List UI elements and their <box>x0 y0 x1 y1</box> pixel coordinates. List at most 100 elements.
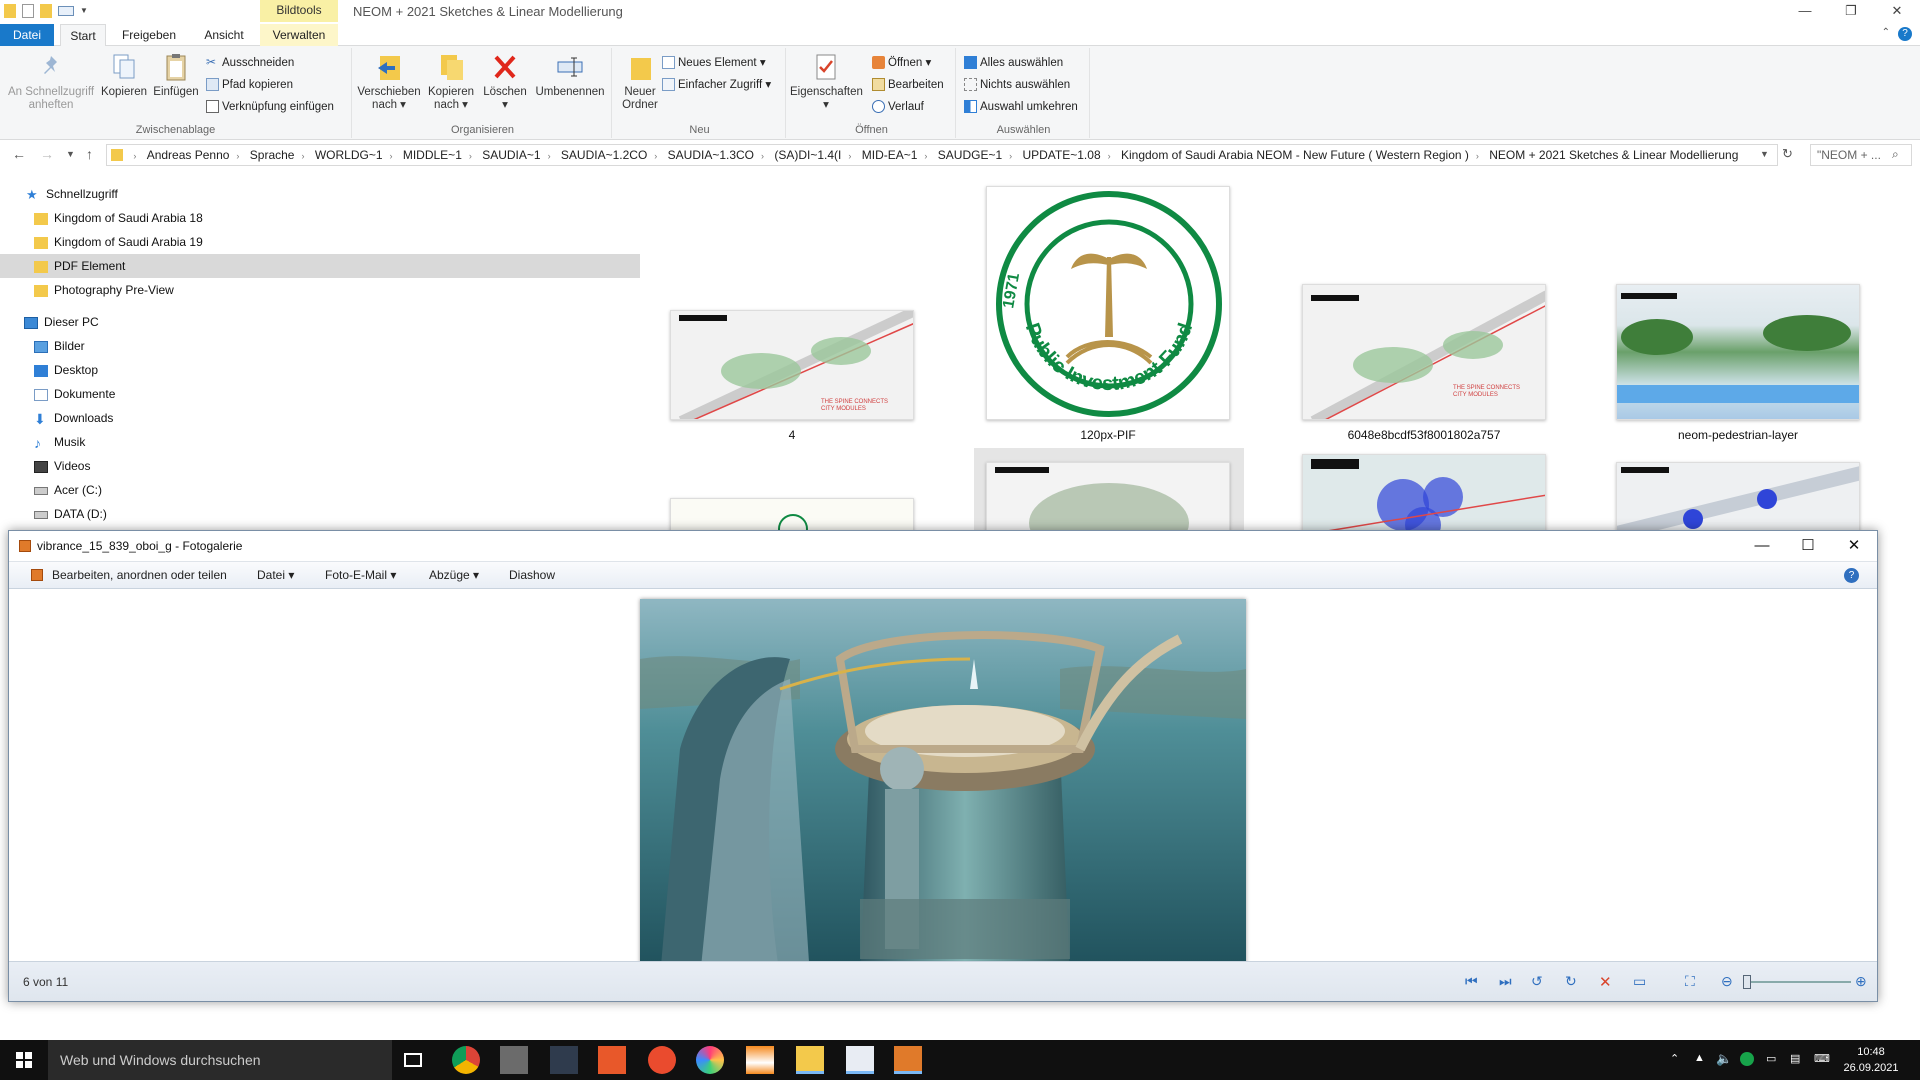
back-arrow-icon[interactable]: ← <box>12 146 26 162</box>
nav-item[interactable]: DATA (D:) <box>0 502 640 526</box>
properties-button[interactable]: Eigenschaften ▾ <box>790 52 863 112</box>
file-thumbnail[interactable] <box>986 462 1230 532</box>
nav-this-pc[interactable]: Dieser PC <box>0 310 640 334</box>
file-thumbnail[interactable]: Public Investment Fund 1971 <box>986 186 1230 420</box>
chrome-icon[interactable] <box>452 1046 480 1074</box>
nav-item[interactable]: ⬇ Downloads <box>0 406 640 430</box>
breadcrumb[interactable]: (SA)DI~1.4(I <box>770 145 845 165</box>
zoom-slider-track[interactable] <box>1743 981 1851 983</box>
breadcrumb[interactable]: MID-EA~1 <box>858 145 922 165</box>
tab-start[interactable]: Start <box>60 24 106 46</box>
new-folder-button[interactable]: Neuer Ordner <box>616 52 664 112</box>
open-button[interactable]: Öffnen ▾ <box>872 54 931 72</box>
help-icon[interactable]: ? <box>1844 568 1859 583</box>
file-name[interactable]: 6048e8bcdf53f8001802a757 <box>1294 428 1554 442</box>
forward-arrow-icon[interactable]: → <box>40 146 54 162</box>
breadcrumb[interactable]: SAUDIA~1 <box>478 145 544 165</box>
new-folder-icon[interactable] <box>40 4 52 18</box>
delete-icon[interactable]: ✕ <box>1599 973 1617 991</box>
minimize-button[interactable]: — <box>1782 0 1828 24</box>
tab-verwalten[interactable]: Verwalten <box>260 24 338 46</box>
breadcrumb[interactable]: Andreas Penno <box>143 145 234 165</box>
volume-icon[interactable]: 🔈 <box>1716 1051 1732 1091</box>
new-item-button[interactable]: Neues Element ▾ <box>662 54 766 72</box>
keyboard-icon[interactable]: ⌨ <box>1814 1052 1830 1092</box>
start-button[interactable] <box>0 1040 48 1080</box>
paste-button[interactable]: Einfügen <box>150 52 202 99</box>
previous-photo-icon[interactable]: ⏮ <box>1465 973 1483 991</box>
rotate-right-icon[interactable]: ↻ <box>1565 973 1583 991</box>
pin-quick-access-button[interactable]: An Schnellzugriff anheften <box>4 52 98 112</box>
nav-item[interactable]: Kingdom of Saudi Arabia 18 <box>0 206 640 230</box>
tab-datei[interactable]: Datei <box>0 24 54 46</box>
app-icon[interactable] <box>648 1046 676 1074</box>
menu-slideshow[interactable]: Diashow <box>509 568 555 582</box>
address-path[interactable]: › Andreas Penno › Sprache › WORLDG~1 › MIDD… <box>106 144 1778 166</box>
system-clock[interactable]: 10:48 26.09.2021 <box>1836 1044 1906 1076</box>
maximize-button[interactable]: ☐ <box>1785 531 1831 561</box>
rename-button[interactable]: Umbenennen <box>530 52 610 99</box>
breadcrumb[interactable]: NEOM + 2021 Sketches & Linear Modellieru… <box>1485 145 1742 165</box>
refresh-icon[interactable]: ↻ <box>1782 146 1793 162</box>
paste-shortcut-button[interactable]: Verknüpfung einfügen <box>206 98 334 116</box>
rename-icon[interactable] <box>58 6 74 16</box>
file-name[interactable]: 4 <box>662 428 922 442</box>
menu-edit-organize-share[interactable]: Bearbeiten, anordnen oder teilen <box>52 568 227 582</box>
breadcrumb[interactable]: SAUDIA~1.2CO <box>557 145 651 165</box>
properties-icon[interactable] <box>22 4 34 18</box>
help-icon[interactable]: ? <box>1898 27 1912 41</box>
breadcrumb[interactable]: WORLDG~1 <box>311 145 387 165</box>
menu-photo-email[interactable]: Foto-E-Mail ▾ <box>325 568 396 582</box>
breadcrumb[interactable]: Kingdom of Saudi Arabia NEOM - New Futur… <box>1117 145 1473 165</box>
address-dropdown-icon[interactable]: ▼ <box>1760 149 1769 159</box>
menu-prints[interactable]: Abzüge ▾ <box>429 568 479 582</box>
edit-button[interactable]: Bearbeiten <box>872 76 944 94</box>
file-thumbnail[interactable] <box>1302 454 1546 532</box>
nav-quick-access[interactable]: ★ Schnellzugriff <box>0 182 640 206</box>
task-view-icon[interactable] <box>404 1053 422 1067</box>
file-thumbnail[interactable]: THE SPINE CONNECTS CITY MODULES <box>670 310 914 420</box>
notification-icon[interactable]: ▤ <box>1790 1052 1800 1092</box>
security-icon[interactable] <box>1740 1052 1754 1066</box>
file-thumbnail[interactable] <box>1616 462 1860 532</box>
file-explorer-icon[interactable] <box>796 1046 824 1074</box>
collapse-ribbon-icon[interactable]: ⌃ <box>1882 27 1890 38</box>
slideshow-icon[interactable]: ▭ <box>1633 973 1651 991</box>
next-photo-icon[interactable]: ⏭ <box>1499 973 1517 991</box>
tab-freigeben[interactable]: Freigeben <box>112 24 186 46</box>
breadcrumb[interactable]: Sprache <box>246 145 299 165</box>
network-icon[interactable]: ▭ <box>1766 1052 1776 1092</box>
easy-access-button[interactable]: Einfacher Zugriff ▾ <box>662 76 771 94</box>
zoom-in-icon[interactable]: ⊕ <box>1855 973 1873 991</box>
close-button[interactable]: ✕ <box>1831 531 1877 561</box>
nav-item[interactable]: Dokumente <box>0 382 640 406</box>
copy-button[interactable]: Kopieren <box>98 52 150 99</box>
file-thumbnail[interactable]: THE SPINE CONNECTS CITY MODULES <box>1302 284 1546 420</box>
zoom-out-icon[interactable]: ⊖ <box>1721 973 1739 991</box>
nav-item[interactable]: PDF Element <box>0 254 640 278</box>
copy-path-button[interactable]: Pfad kopieren <box>206 76 293 94</box>
nav-item[interactable]: ♪ Musik <box>0 430 640 454</box>
breadcrumb[interactable]: UPDATE~1.08 <box>1018 145 1104 165</box>
vlc-icon[interactable] <box>746 1046 774 1074</box>
breadcrumb[interactable]: MIDDLE~1 <box>399 145 466 165</box>
app-icon[interactable] <box>500 1046 528 1074</box>
nav-item[interactable]: Desktop <box>0 358 640 382</box>
tray-expand-icon[interactable]: ⌃ <box>1670 1052 1679 1092</box>
invert-selection-button[interactable]: Auswahl umkehren <box>964 98 1078 116</box>
file-name[interactable]: neom-pedestrian-layer <box>1608 428 1868 442</box>
nav-item[interactable]: Photography Pre-View <box>0 278 640 302</box>
app-icon[interactable] <box>696 1046 724 1074</box>
minimize-button[interactable]: — <box>1739 531 1785 561</box>
nav-item[interactable]: Kingdom of Saudi Arabia 19 <box>0 230 640 254</box>
zoom-slider-thumb[interactable] <box>1743 975 1751 989</box>
taskbar-search[interactable]: Web und Windows durchsuchen <box>48 1040 392 1080</box>
close-button[interactable]: ✕ <box>1874 0 1920 24</box>
rotate-left-icon[interactable]: ↺ <box>1531 973 1549 991</box>
nav-item[interactable]: Bilder <box>0 334 640 358</box>
fit-to-window-icon[interactable]: ⛶ <box>1685 973 1703 991</box>
chevron-down-icon[interactable]: ▼ <box>80 3 88 19</box>
photo-gallery-icon[interactable] <box>894 1046 922 1074</box>
nav-item[interactable]: Acer (C:) <box>0 478 640 502</box>
select-all-button[interactable]: Alles auswählen <box>964 54 1063 72</box>
